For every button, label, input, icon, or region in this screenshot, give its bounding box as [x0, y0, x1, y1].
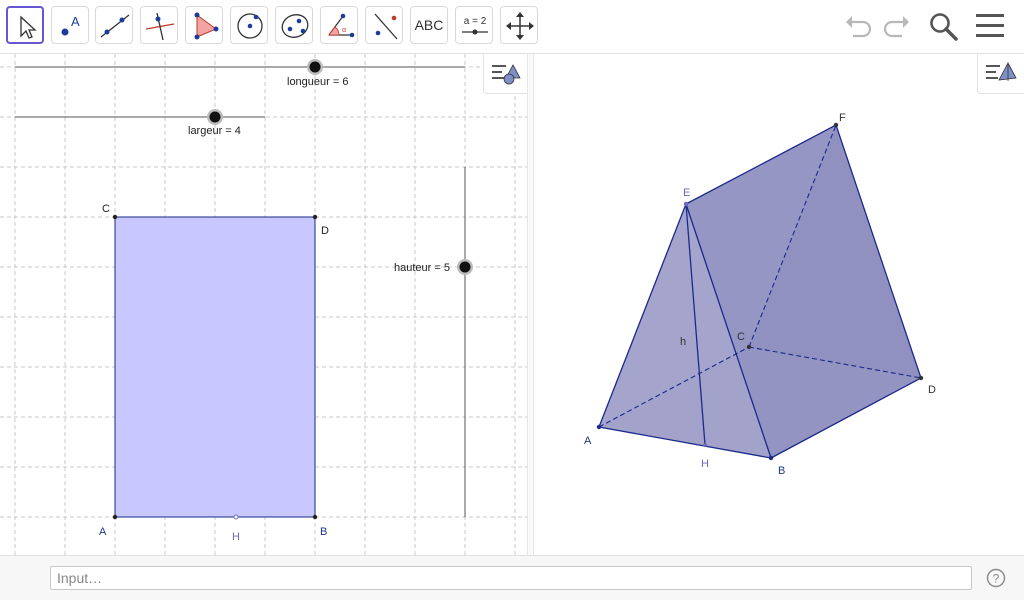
prism-label-b: B [778, 465, 785, 477]
svg-text:?: ? [993, 572, 1000, 586]
point-a[interactable] [112, 514, 118, 520]
view-divider[interactable] [527, 54, 534, 555]
prism-label-h: H [701, 458, 709, 470]
slider-largeur[interactable]: largeur = 4 [15, 109, 265, 137]
ellipse-icon [281, 14, 309, 38]
prism-label-f: F [839, 112, 846, 124]
arrow-pointer-icon [20, 15, 37, 39]
graphics-view-3d[interactable]: A B C D E F H h [534, 54, 1024, 555]
toolbar: A α ABC a = 2 [0, 0, 1024, 54]
point-icon: A [61, 14, 80, 36]
prism-label-d: D [928, 384, 936, 396]
input-bar: ? [0, 555, 1024, 600]
prism-label-e: E [683, 187, 690, 199]
style-bar-toggle-3d[interactable] [977, 54, 1024, 94]
slider-tool[interactable]: a = 2 [455, 6, 493, 44]
prism-point-d[interactable] [918, 375, 924, 381]
search-icon [930, 13, 958, 41]
point-d[interactable] [312, 214, 318, 220]
point-c[interactable] [112, 214, 118, 220]
svg-text:α: α [342, 27, 346, 34]
angle-tool[interactable]: α [320, 6, 358, 44]
label-d: D [321, 225, 329, 237]
point-tool[interactable]: A [51, 6, 89, 44]
prism-point-f[interactable] [833, 122, 839, 128]
point-h[interactable] [233, 514, 239, 520]
prism-point-a[interactable] [596, 424, 602, 430]
help-icon: ? [986, 568, 1006, 588]
polygon-icon [194, 12, 219, 40]
svg-text:a = 2: a = 2 [464, 16, 487, 27]
label-h: H [232, 531, 240, 543]
slider-longueur[interactable]: longueur = 6 [15, 59, 465, 88]
move-tool[interactable] [6, 6, 44, 44]
style-bar-3d-icon [986, 62, 1017, 81]
label-b: B [320, 526, 327, 538]
move-arrows-icon [506, 12, 534, 40]
prism-point-h[interactable] [703, 443, 707, 447]
prism-label-a: A [584, 435, 592, 447]
angle-icon: α [328, 13, 355, 38]
conic-tool[interactable] [275, 6, 313, 44]
slider-largeur-label: largeur = 4 [188, 125, 241, 137]
undo-icon [846, 16, 872, 38]
text-tool[interactable]: ABC [410, 6, 448, 44]
graphics-view-2d[interactable]: A B C D H longueur = 6 largeur = 4 haute… [0, 54, 527, 555]
line-through-two-points-icon [100, 14, 130, 38]
svg-text:A: A [71, 14, 80, 29]
prism-point-b[interactable] [768, 455, 774, 461]
main-menu-button[interactable] [972, 8, 1008, 44]
move-graphics-view-tool[interactable] [500, 6, 538, 44]
prism-label-c: C [737, 331, 745, 343]
style-bar-toggle-2d[interactable] [483, 54, 527, 94]
polygon-tool[interactable] [185, 6, 223, 44]
menu-icon [976, 14, 1004, 37]
help-button[interactable]: ? [986, 568, 1006, 588]
point-b[interactable] [312, 514, 318, 520]
search-button[interactable] [925, 8, 961, 44]
reflect-tool[interactable] [365, 6, 403, 44]
algebra-input[interactable] [50, 566, 972, 590]
undo-button[interactable] [841, 8, 877, 44]
slider-hauteur[interactable]: hauteur = 5 [394, 167, 473, 517]
slider-icon: a = 2 [462, 16, 488, 35]
redo-icon [883, 16, 909, 38]
rectangle-abcd[interactable] [114, 216, 316, 518]
label-c: C [102, 203, 110, 215]
reflect-about-line-icon [374, 13, 398, 40]
perpendicular-line-icon [145, 12, 175, 41]
prism[interactable] [598, 124, 922, 459]
circle-tool[interactable] [230, 6, 268, 44]
slider-hauteur-label: hauteur = 5 [394, 262, 450, 274]
slider-longueur-label: longueur = 6 [287, 76, 348, 88]
prism-point-e[interactable] [683, 201, 689, 207]
prism-label-h-segment: h [680, 336, 686, 348]
line-tool[interactable] [95, 6, 133, 44]
circle-center-point-icon [237, 13, 263, 39]
style-bar-icon [492, 64, 521, 85]
perpendicular-line-tool[interactable] [140, 6, 178, 44]
label-a: A [99, 526, 107, 538]
text-icon: ABC [414, 17, 444, 33]
redo-button[interactable] [878, 8, 914, 44]
prism-point-c[interactable] [746, 344, 752, 350]
